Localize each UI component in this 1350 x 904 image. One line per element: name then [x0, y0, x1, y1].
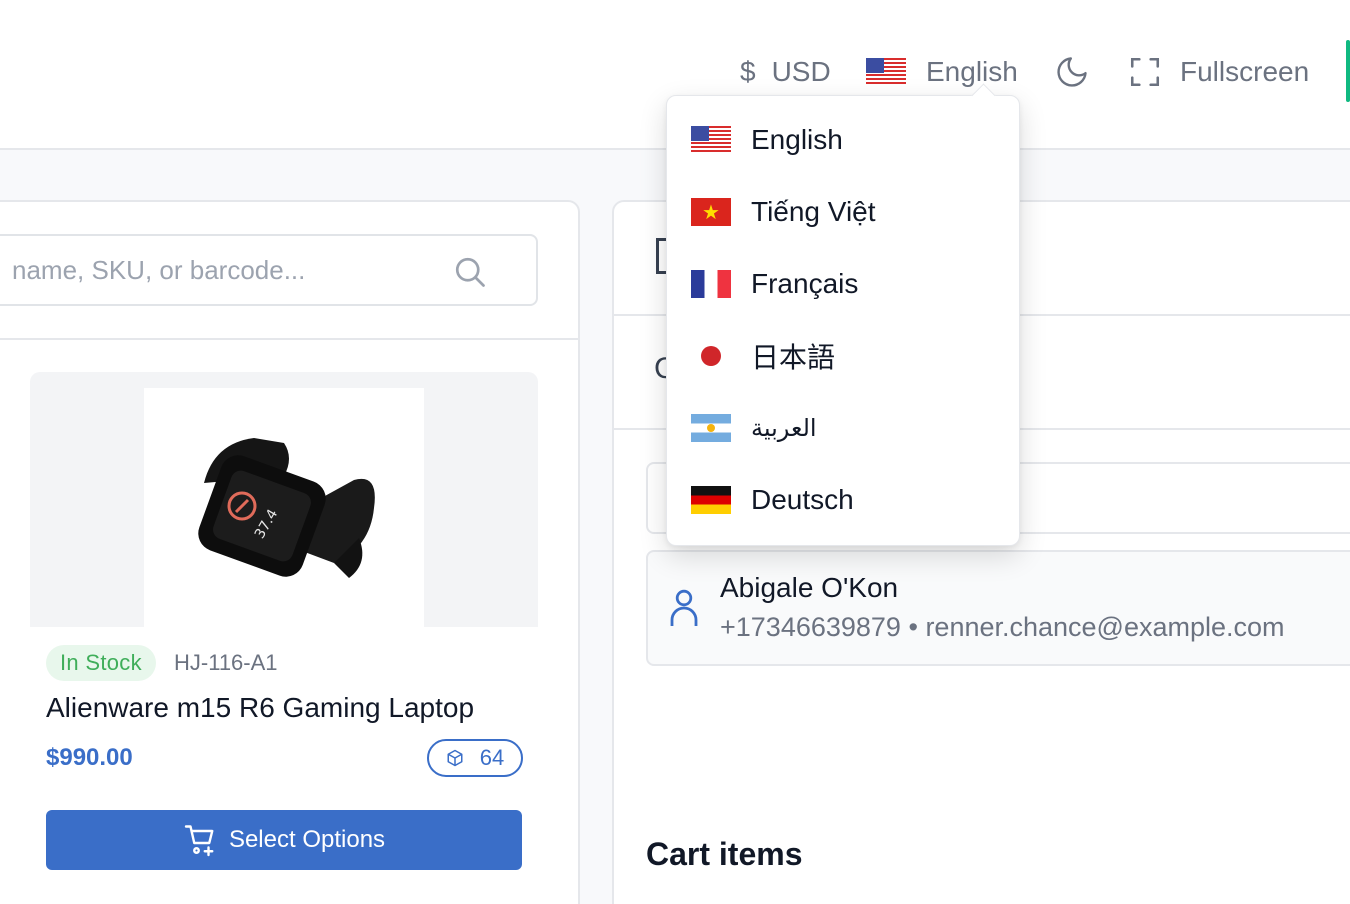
- fullscreen-icon: [1130, 57, 1160, 87]
- cart-plus-icon: [184, 825, 214, 857]
- currency-selector[interactable]: $ USD: [740, 50, 831, 94]
- stock-quantity: 64: [479, 745, 505, 770]
- language-option-label: العربية: [751, 414, 817, 442]
- search-icon[interactable]: [452, 254, 488, 290]
- customer-contact: +17346639879 • renner.chance@example.com: [720, 612, 1285, 643]
- box-icon: [447, 749, 463, 767]
- language-option-label: 日本語: [751, 342, 836, 373]
- jp-flag-icon: [691, 342, 731, 370]
- contact-separator: •: [908, 612, 918, 642]
- partially-hidden-icon: [656, 238, 666, 274]
- select-options-label: Select Options: [228, 826, 386, 853]
- search-input[interactable]: [12, 250, 472, 290]
- currency-symbol: $: [740, 56, 756, 87]
- select-options-button[interactable]: Select Options: [46, 810, 522, 870]
- currency-label: USD: [771, 56, 831, 87]
- smartwatch-image: 37.4: [198, 438, 375, 578]
- product-price: $990.00: [46, 744, 133, 771]
- language-label: English: [926, 56, 1018, 87]
- product-search: [0, 234, 538, 306]
- language-dropdown: English Tiếng Việt Français 日本語 العربية …: [666, 95, 1020, 546]
- language-option-english[interactable]: English: [691, 118, 843, 162]
- language-option-vietnamese[interactable]: Tiếng Việt: [691, 190, 876, 234]
- product-image: 37.4: [144, 388, 424, 627]
- language-option-french[interactable]: Français: [691, 262, 858, 306]
- dark-mode-toggle[interactable]: [1054, 50, 1090, 94]
- user-icon: [670, 589, 698, 626]
- product-sku: HJ-116-A1: [174, 650, 278, 675]
- fr-flag-icon: [691, 270, 731, 298]
- language-option-label: Français: [751, 268, 859, 299]
- cart-items-heading: Cart items: [646, 836, 803, 872]
- language-selector[interactable]: English: [866, 50, 1018, 94]
- moon-icon: [1057, 57, 1087, 87]
- language-option-label: Tiếng Việt: [751, 196, 876, 227]
- fullscreen-button[interactable]: Fullscreen: [1128, 50, 1309, 94]
- language-option-japanese[interactable]: 日本語: [691, 334, 835, 378]
- customer-name: Abigale O'Kon: [720, 572, 899, 603]
- ar-flag-icon: [691, 414, 731, 442]
- divider: [0, 338, 578, 340]
- header-accent-bar: [1346, 40, 1350, 102]
- language-option-label: English: [751, 124, 843, 155]
- vn-flag-icon: [691, 198, 731, 226]
- us-flag-icon: [691, 126, 731, 154]
- customer-card[interactable]: [646, 550, 1350, 666]
- de-flag-icon: [691, 486, 731, 514]
- fullscreen-label: Fullscreen: [1180, 56, 1310, 87]
- language-option-label: Deutsch: [751, 484, 854, 515]
- product-name: Alienware m15 R6 Gaming Laptop: [46, 692, 475, 723]
- customer-email: renner.chance@example.com: [925, 612, 1285, 642]
- customer-phone: +17346639879: [720, 612, 901, 642]
- language-option-arabic[interactable]: العربية: [691, 406, 817, 450]
- language-option-german[interactable]: Deutsch: [691, 478, 854, 522]
- stock-quantity-badge: 64: [427, 739, 523, 777]
- stock-badge: In Stock: [46, 645, 156, 681]
- product-image-area: 37.4: [30, 372, 538, 627]
- us-flag-icon: [866, 58, 906, 86]
